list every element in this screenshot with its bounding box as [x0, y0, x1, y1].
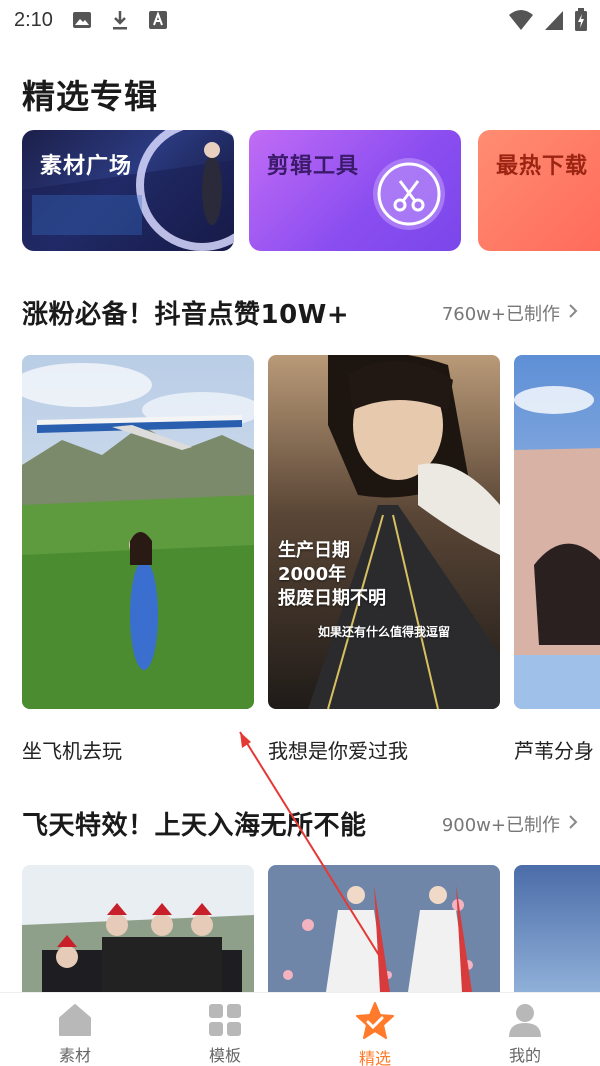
nav-item-featured[interactable]: 精选: [300, 993, 450, 1066]
template-card[interactable]: [514, 865, 600, 992]
template-name: 我想是你爱过我: [268, 739, 408, 763]
album-label: 最热下载: [496, 154, 589, 179]
status-right-icons: [508, 8, 588, 36]
nav-item-templates[interactable]: 模板: [150, 993, 300, 1066]
battery-icon: [574, 8, 588, 36]
nav-item-material[interactable]: 素材: [0, 993, 150, 1066]
template-row: [22, 865, 600, 992]
download-icon: [109, 9, 131, 31]
album-label: 剪辑工具: [267, 154, 360, 179]
template-thumbnail[interactable]: [22, 355, 254, 709]
person-icon: [505, 1001, 545, 1038]
chevron-right-icon: [568, 303, 578, 324]
template-overlay-text: 生产日期 2000年 报废日期不明: [278, 539, 386, 611]
album-label: 素材广场: [40, 154, 133, 179]
album-card-edit-tools[interactable]: 剪辑工具: [249, 130, 461, 251]
nav-label: 素材: [58, 1046, 91, 1065]
section-title: 飞天特效！上天入海无所不能: [22, 811, 367, 841]
section-title: 涨粉必备！抖音点赞10W+: [22, 300, 350, 330]
section-count: 760w+已制作: [441, 304, 560, 325]
nav-item-profile[interactable]: 我的: [450, 993, 600, 1066]
star-icon: [355, 1001, 395, 1041]
chevron-right-icon: [568, 814, 578, 835]
template-caption: 如果还有什么值得我逗留: [317, 625, 450, 639]
home-icon: [55, 1001, 95, 1038]
template-thumbnail[interactable]: [22, 865, 254, 992]
wifi-icon: [508, 9, 534, 35]
template-thumbnail[interactable]: [514, 865, 600, 992]
status-time: 2:10: [14, 8, 53, 31]
template-card[interactable]: 芦苇分身: [514, 355, 600, 764]
section-count: 900w+已制作: [441, 815, 560, 836]
template-card[interactable]: 坐飞机去玩: [22, 355, 254, 764]
template-card[interactable]: 生产日期 2000年 报废日期不明 如果还有什么值得我逗留 我想是你爱过我: [268, 355, 500, 764]
template-thumbnail[interactable]: [268, 865, 500, 992]
font-icon: [147, 9, 169, 31]
template-card[interactable]: [22, 865, 254, 992]
template-row: 坐飞机去玩 生产日期 2000年 报废日期不明 如果还有什么值得我逗留 我想是你…: [22, 355, 600, 775]
bottom-nav: 素材 模板 精选 我的: [0, 992, 600, 1066]
overlay-line: 报废日期不明: [278, 588, 386, 609]
nav-label: 模板: [208, 1046, 241, 1065]
album-card-hot-downloads[interactable]: 最热下载: [478, 130, 600, 251]
overlay-line: 生产日期: [278, 540, 350, 561]
section-more-link[interactable]: 760w+已制作: [442, 300, 578, 326]
nav-label: 我的: [508, 1046, 541, 1065]
template-name: 坐飞机去玩: [22, 739, 122, 763]
template-card[interactable]: [268, 865, 500, 992]
signal-icon: [544, 9, 564, 35]
section-more-link[interactable]: 900w+已制作: [442, 811, 578, 837]
template-thumbnail[interactable]: 生产日期 2000年 报废日期不明 如果还有什么值得我逗留: [268, 355, 500, 709]
album-carousel: 素材广场 剪辑工具 最热下载: [22, 130, 600, 252]
overlay-line: 2000年: [278, 564, 347, 585]
grid-icon: [205, 1001, 245, 1038]
template-thumbnail[interactable]: [514, 355, 600, 709]
nav-label: 精选: [358, 1049, 391, 1066]
album-card-material-square[interactable]: 素材广场: [22, 130, 234, 251]
page-title: 精选专辑: [22, 77, 158, 116]
status-bar: 2:10: [0, 0, 600, 40]
image-icon: [71, 9, 93, 31]
scissors-icon: [390, 176, 428, 218]
template-name: 芦苇分身: [514, 739, 594, 763]
